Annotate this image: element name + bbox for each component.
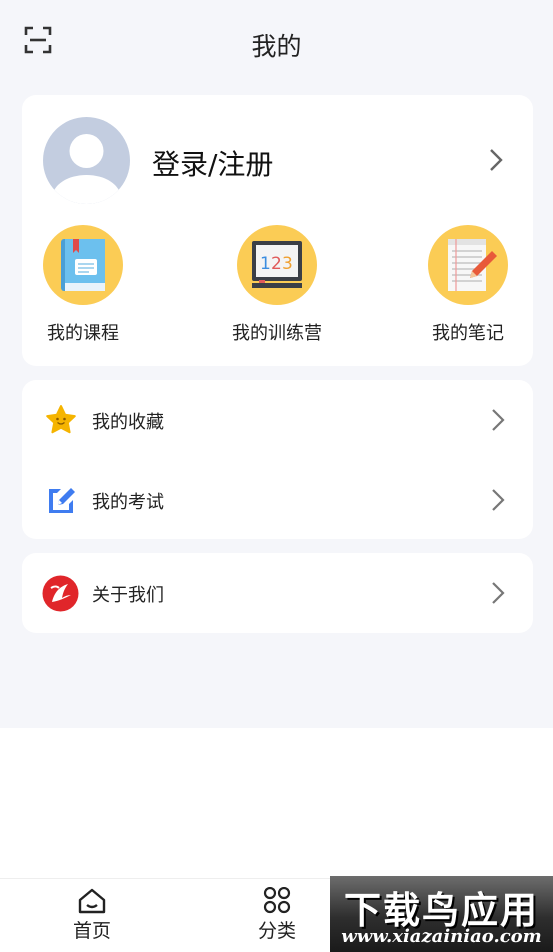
menu-card: 我的收藏 我的考试 bbox=[22, 380, 533, 539]
watermark-url: www.xiazainiao.com bbox=[341, 926, 542, 947]
quick-link-label: 我的课程 bbox=[47, 323, 119, 344]
quick-link-label: 我的训练营 bbox=[232, 323, 322, 344]
quick-link-training-camp[interactable]: 1 2 3 我的训练营 bbox=[217, 225, 337, 345]
quick-link-courses[interactable]: 我的课程 bbox=[23, 225, 143, 345]
tab-label: 分类 bbox=[257, 920, 296, 942]
star-icon bbox=[46, 405, 76, 434]
svg-text:3: 3 bbox=[282, 254, 293, 274]
menu-item-label: 我的收藏 bbox=[92, 412, 164, 433]
menu-item-about[interactable]: 关于我们 bbox=[22, 553, 533, 633]
chevron-right-icon bbox=[492, 582, 505, 604]
menu-item-label: 我的考试 bbox=[92, 492, 164, 513]
content-blank-area bbox=[0, 728, 553, 878]
category-icon bbox=[263, 887, 291, 914]
svg-text:1: 1 bbox=[260, 254, 271, 274]
menu-item-label: 关于我们 bbox=[92, 585, 164, 606]
app-logo-icon bbox=[42, 575, 79, 612]
menu-card: 关于我们 bbox=[22, 553, 533, 633]
blackboard-123-icon: 1 2 3 bbox=[237, 225, 317, 305]
login-register-link[interactable]: 登录/注册 bbox=[152, 143, 273, 183]
chevron-right-icon bbox=[492, 409, 505, 431]
tab-home[interactable]: 首页 bbox=[52, 887, 132, 943]
header: 我的 bbox=[0, 0, 553, 84]
menu-item-exams[interactable]: 我的考试 bbox=[22, 460, 533, 540]
tab-label: 首页 bbox=[72, 920, 111, 942]
svg-text:2: 2 bbox=[271, 254, 282, 274]
chevron-right-icon bbox=[492, 489, 505, 511]
edit-document-icon bbox=[49, 488, 75, 513]
watermark: 下载鸟应用 www.xiazainiao.com bbox=[330, 876, 553, 952]
quick-link-label: 我的笔记 bbox=[432, 323, 504, 344]
tab-category[interactable]: 分类 bbox=[237, 887, 317, 943]
chevron-right-icon[interactable] bbox=[489, 148, 503, 172]
default-avatar-icon[interactable] bbox=[43, 117, 130, 204]
profile-card: 登录/注册 我的课程 1 2 3 我的训练营 我的笔记 bbox=[22, 95, 533, 366]
menu-item-favorites[interactable]: 我的收藏 bbox=[22, 380, 533, 460]
book-icon bbox=[43, 225, 123, 305]
notepad-pencil-icon bbox=[428, 225, 508, 305]
home-icon bbox=[78, 888, 106, 914]
quick-link-notes[interactable]: 我的笔记 bbox=[408, 225, 528, 345]
page-title: 我的 bbox=[251, 32, 302, 61]
